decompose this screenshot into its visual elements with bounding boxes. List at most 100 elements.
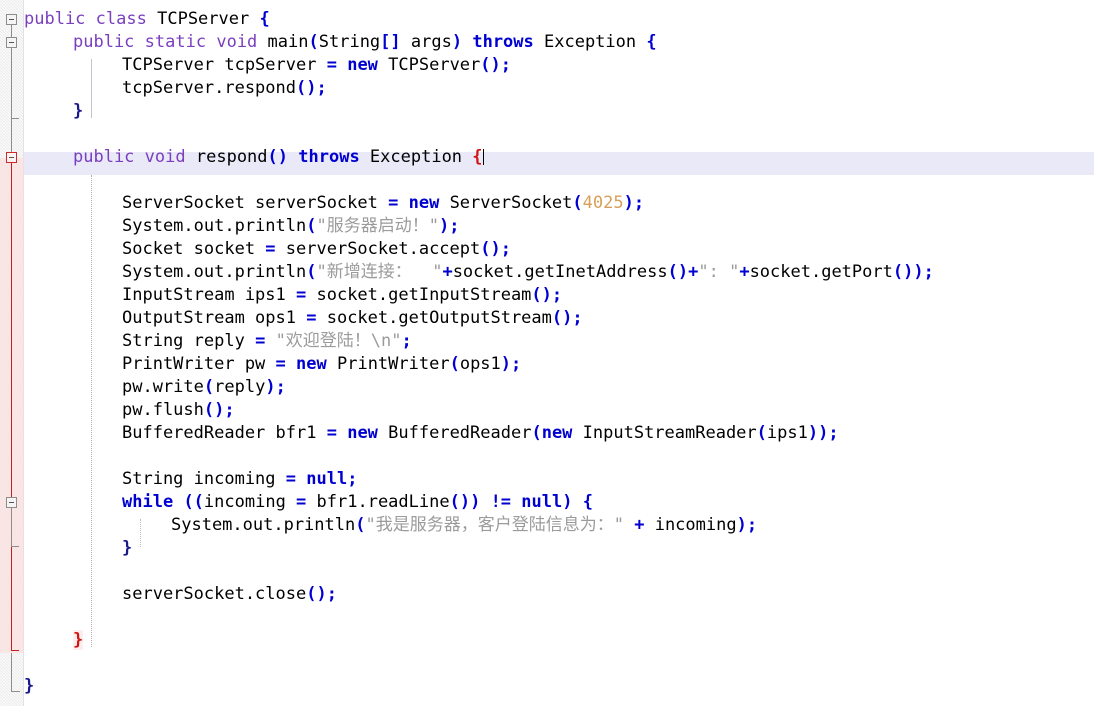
code-surface[interactable]: public class TCPServer {public static vo… — [24, 0, 1094, 706]
code-token: ServerSocket — [439, 193, 573, 213]
code-token: ( — [203, 377, 215, 397]
code-line[interactable]: System.out.println("我是服务器，客户登陆信息为：" + in… — [171, 514, 757, 537]
code-line[interactable]: OutputStream ops1 = socket.getOutputStre… — [122, 307, 583, 330]
fold-end-tick-respond — [11, 650, 19, 651]
code-line[interactable]: System.out.println("新增连接： "+socket.getIn… — [122, 261, 934, 284]
fold-marker-while-loop[interactable] — [6, 497, 17, 508]
code-line[interactable]: serverSocket.close(); — [122, 583, 337, 606]
code-token: throws — [472, 32, 534, 52]
code-token: System.out.println — [171, 515, 356, 535]
fold-marker-method-respond[interactable] — [6, 152, 17, 163]
code-token: (); — [480, 55, 511, 75]
code-token: respond — [195, 147, 268, 167]
code-line[interactable]: while ((incoming = bfr1.readLine()) != n… — [122, 491, 593, 514]
code-line[interactable]: pw.flush(); — [122, 399, 235, 422]
code-line[interactable]: public class TCPServer { — [24, 8, 270, 31]
code-token: ( — [306, 262, 317, 282]
code-token: Socket socket — [122, 239, 266, 259]
code-token: args — [400, 32, 452, 52]
code-line[interactable]: } — [24, 675, 34, 698]
fold-line-while — [11, 508, 12, 546]
code-line[interactable]: public void respond() throws Exception { — [73, 146, 484, 169]
code-token: public — [73, 32, 135, 52]
fold-region-respond-tint — [0, 158, 24, 653]
code-token: BufferedReader bfr1 — [122, 423, 327, 443]
code-line[interactable]: tcpServer.respond(); — [122, 77, 327, 100]
code-token: 4025 — [582, 193, 624, 213]
code-line[interactable]: } — [73, 629, 84, 652]
code-token: ; — [347, 469, 358, 489]
code-token: + — [442, 262, 453, 282]
code-token: = — [388, 193, 399, 213]
fold-marker-method-main[interactable] — [6, 37, 17, 48]
indent-guide-main-body — [91, 59, 92, 118]
code-line[interactable]: public static void main(String[] args) t… — [73, 31, 657, 54]
code-token: null — [306, 469, 348, 489]
code-line[interactable]: String incoming = null; — [122, 468, 357, 491]
minus-icon — [9, 42, 14, 43]
code-token: (); — [296, 78, 327, 98]
code-token: public — [73, 147, 135, 167]
code-token: null — [521, 492, 563, 512]
code-token: () — [667, 262, 689, 282]
code-token: (); — [531, 285, 563, 305]
code-token: ( — [355, 515, 366, 535]
code-token: while — [122, 492, 174, 512]
code-token: "我是服务器，客户登陆信息为：" — [365, 515, 624, 535]
code-line[interactable]: Socket socket = serverSocket.accept(); — [122, 238, 511, 261]
code-token: socket.getOutputStream — [316, 308, 552, 328]
code-token: "新增连接： " — [316, 262, 443, 282]
code-line[interactable]: String reply = "欢迎登陆！\n"; — [122, 330, 412, 353]
code-line[interactable]: System.out.println("服务器启动！"); — [122, 215, 459, 238]
code-token: TCPServer tcpServer — [122, 55, 327, 75]
fold-end-tick-while — [11, 546, 19, 547]
code-token: "欢迎登陆！\n" — [275, 331, 402, 351]
minus-icon — [9, 19, 14, 20]
code-line[interactable]: TCPServer tcpServer = new TCPServer(); — [122, 54, 511, 77]
code-line[interactable]: pw.write(reply); — [122, 376, 286, 399]
code-line[interactable]: } — [122, 537, 132, 560]
code-token: ( — [531, 423, 542, 443]
code-token: bfr1.readLine — [306, 492, 450, 512]
code-line[interactable]: } — [73, 100, 83, 123]
fold-line-class-tail — [11, 653, 12, 691]
fold-gutter[interactable] — [0, 0, 24, 706]
code-token: [] — [380, 32, 401, 52]
code-token: = — [255, 331, 266, 351]
code-token: (); — [306, 584, 337, 604]
code-line[interactable]: BufferedReader bfr1 = new BufferedReader… — [122, 422, 839, 445]
code-token: ( — [306, 216, 317, 236]
indent-guide-respond-body — [91, 175, 92, 647]
code-token: TCPServer — [157, 9, 250, 29]
code-token: + — [688, 262, 699, 282]
code-token: OutputStream ops1 — [122, 308, 307, 328]
code-token: new — [347, 55, 378, 75]
code-line[interactable]: ServerSocket serverSocket = new ServerSo… — [122, 192, 644, 215]
code-token: pw.write — [122, 377, 204, 397]
code-token: static — [144, 32, 207, 52]
fold-marker-class-tcpserver[interactable] — [6, 14, 17, 25]
code-line[interactable]: InputStream ips1 = socket.getInputStream… — [122, 284, 562, 307]
code-token: new — [408, 193, 440, 213]
text-caret — [482, 149, 484, 165]
code-token: pw.flush — [122, 400, 204, 420]
code-token: { — [472, 147, 483, 167]
code-line[interactable]: PrintWriter pw = new PrintWriter(ops1); — [122, 353, 521, 376]
code-token: { — [259, 9, 270, 29]
code-token: socket.getInputStream — [306, 285, 532, 305]
code-token: main — [267, 32, 309, 52]
code-editor[interactable]: public class TCPServer {public static vo… — [0, 0, 1094, 706]
code-token: void — [216, 32, 258, 52]
code-token: = — [275, 354, 286, 374]
code-token: ); — [265, 377, 286, 397]
